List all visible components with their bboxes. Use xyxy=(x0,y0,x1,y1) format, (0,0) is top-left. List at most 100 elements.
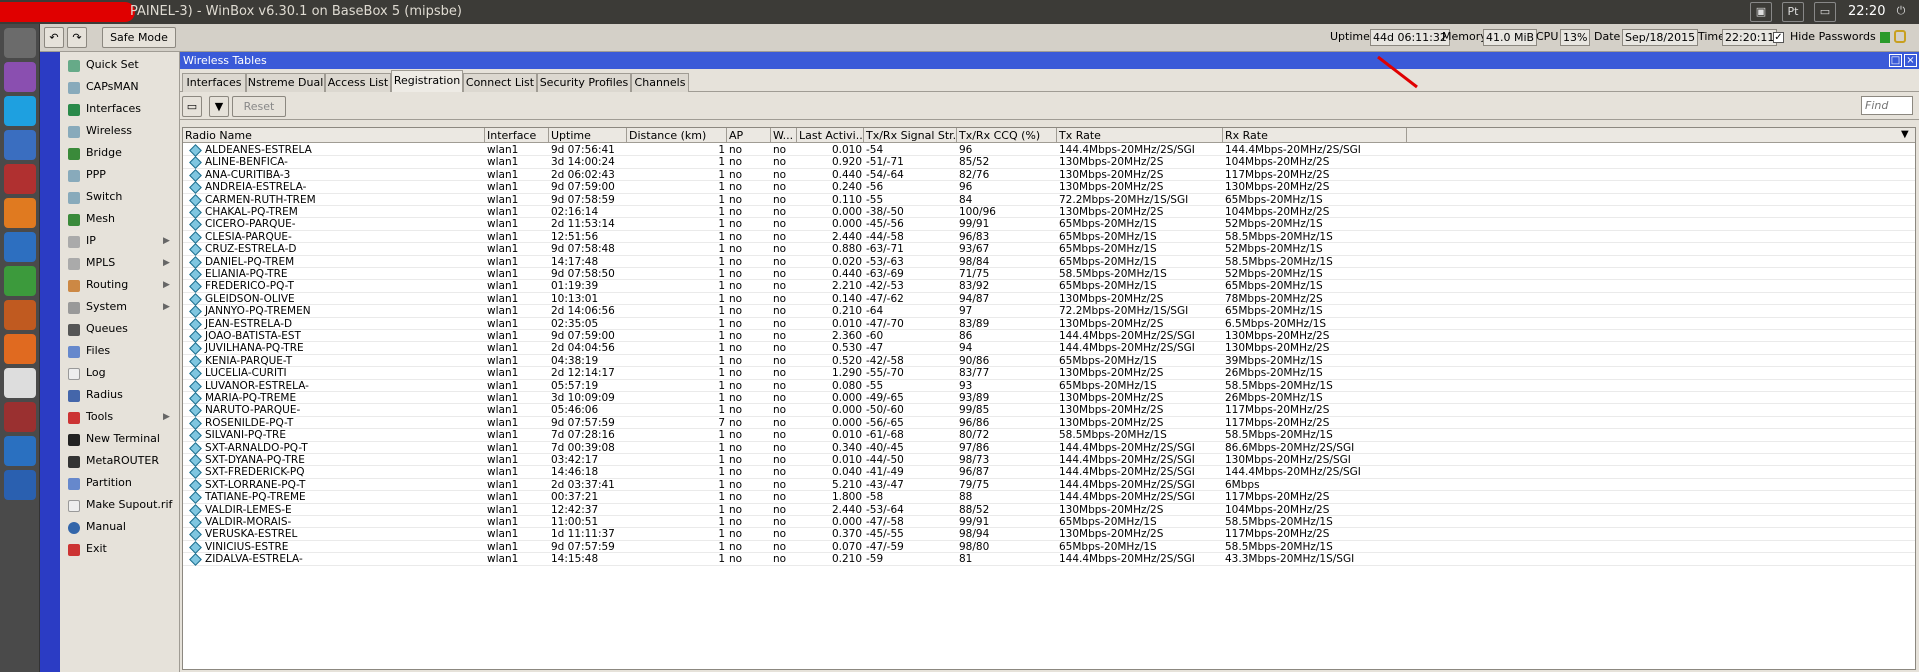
menu-item-ip[interactable]: IP ▶ xyxy=(60,230,180,252)
menu-item-routing[interactable]: Routing ▶ xyxy=(60,274,180,296)
tab-connect-list[interactable]: Connect List xyxy=(463,73,537,92)
tab-access-list[interactable]: Access List xyxy=(325,73,391,92)
filter-icon[interactable]: ▼ xyxy=(209,96,229,117)
safe-mode-button[interactable]: Safe Mode xyxy=(102,27,176,48)
writer-icon[interactable] xyxy=(4,232,36,262)
menu-item-quick-set[interactable]: Quick Set xyxy=(60,54,180,76)
table-row[interactable]: MARIA-PQ-TREME wlan1 3d 10:09:09 1 no no 0.000… xyxy=(183,392,1915,405)
table-row[interactable]: ZIDALVA-ESTRELA-wlan1 14:15:48 1 no no 0.210-… xyxy=(183,553,1915,567)
column-header[interactable]: Tx/Rx CCQ (%) xyxy=(957,128,1057,143)
column-header[interactable]: Last Activi... xyxy=(797,128,864,143)
firefox-icon[interactable] xyxy=(4,198,36,228)
menu-item-mesh[interactable]: Mesh xyxy=(60,208,180,230)
column-header[interactable]: Distance (km) xyxy=(627,128,727,143)
menu-item-new-terminal[interactable]: New Terminal xyxy=(60,428,180,450)
table-row[interactable]: SXT-LORRANE-PQ-T wlan1 2d 03:37:41 1 no no 5.2… xyxy=(183,479,1915,492)
column-header[interactable]: Tx/Rx Signal Str... xyxy=(864,128,957,143)
hide-passwords-checkbox[interactable]: ✓ xyxy=(1773,32,1784,43)
tab-nstreme-dual[interactable]: Nstreme Dual xyxy=(246,73,325,92)
menu-item-interfaces[interactable]: Interfaces xyxy=(60,98,180,120)
table-row[interactable]: LUVANOR-ESTRELA-wlan1 05:57:19 1 no no 0.080-… xyxy=(183,380,1915,393)
table-row[interactable]: VINICIUS-ESTRE wlan1 9d 07:57:59 1 no no 0.070… xyxy=(183,541,1915,554)
dash-icon[interactable] xyxy=(4,28,36,58)
table-row[interactable]: DANIEL-PQ-TREM wlan1 14:17:48 1 no no 0.020 -53… xyxy=(183,256,1915,269)
amazon-icon[interactable] xyxy=(4,368,36,398)
menu-item-make-supout[interactable]: Make Supout.rif xyxy=(60,494,180,516)
redo-button[interactable]: ↷ xyxy=(67,27,87,48)
menu-item-radius[interactable]: Radius xyxy=(60,384,180,406)
table-row[interactable]: VERUSKA-ESTREL wlan1 1d 11:11:37 1 no no 0.370… xyxy=(183,528,1915,542)
column-header[interactable]: W... xyxy=(771,128,797,143)
menu-item-partition[interactable]: Partition xyxy=(60,472,180,494)
web-browser-icon[interactable] xyxy=(4,130,36,160)
table-row[interactable]: ANA-CURITIBA-3 wlan1 2d 06:02:43 1 no no 0.440… xyxy=(183,169,1915,182)
impress-icon[interactable] xyxy=(4,300,36,330)
undo-button[interactable]: ↶ xyxy=(44,27,64,48)
find-input[interactable] xyxy=(1861,96,1913,115)
editor-icon[interactable] xyxy=(4,62,36,92)
menu-item-log[interactable]: Log xyxy=(60,362,180,384)
app-icon-1[interactable] xyxy=(4,436,36,466)
menu-item-metarouter[interactable]: MetaROUTER xyxy=(60,450,180,472)
table-row[interactable]: CARMEN-RUTH-TREM wlan1 9d 07:58:59 1 no no 0.1… xyxy=(183,194,1915,207)
menu-item-system[interactable]: System ▶ xyxy=(60,296,180,318)
table-row[interactable]: ALDEANES-ESTRELA wlan1 9d 07:56:41 1 no no 0.0… xyxy=(183,144,1915,157)
table-row[interactable]: ANDREIA-ESTRELA-wlan1 9d 07:59:00 1 no no 0.2… xyxy=(183,181,1915,195)
column-header[interactable]: Radio Name xyxy=(183,128,485,143)
menu-item-ppp[interactable]: PPP xyxy=(60,164,180,186)
keyboard-layout-indicator[interactable]: Pt xyxy=(1782,2,1804,22)
maximize-icon[interactable]: □ xyxy=(1889,54,1902,67)
calculator-icon[interactable] xyxy=(4,164,36,194)
table-row[interactable]: JUVILHANA-PQ-TRE wlan1 2d 04:04:56 1 no no 0.5… xyxy=(183,342,1915,356)
menu-item-queues[interactable]: Queues xyxy=(60,318,180,340)
remove-button[interactable]: ▭ xyxy=(182,96,202,117)
app-icon-2[interactable] xyxy=(4,470,36,500)
table-row[interactable]: CRUZ-ESTRELA-D wlan1 9d 07:58:48 1 no no 0.880… xyxy=(183,243,1915,257)
table-row[interactable]: CICERO-PARQUE-wlan1 2d 11:53:14 1 no no 0.000… xyxy=(183,218,1915,232)
table-row[interactable]: VALDIR-LEMES-E wlan1 12:42:37 1 no no 2.440 -53… xyxy=(183,504,1915,517)
table-row[interactable]: SILVANI-PQ-TRE wlan1 7d 07:28:16 1 no no 0.010… xyxy=(183,429,1915,443)
column-header[interactable]: AP xyxy=(727,128,771,143)
column-header[interactable]: Interface xyxy=(485,128,549,143)
system-clock[interactable]: 22:20 xyxy=(1848,4,1885,19)
tab-registration[interactable]: Registration xyxy=(391,70,463,92)
column-header[interactable]: Uptime xyxy=(549,128,627,143)
tab-channels[interactable]: Channels xyxy=(631,73,689,92)
column-menu-icon[interactable]: ▼ xyxy=(1901,129,1909,140)
table-row[interactable]: VALDIR-MORAIS-wlan1 11:00:51 1 no no 0.000 -47… xyxy=(183,516,1915,529)
table-row[interactable]: JEAN-ESTRELA-D wlan1 02:35:05 1 no no 0.010 -47… xyxy=(183,318,1915,331)
menu-item-manual[interactable]: Manual xyxy=(60,516,180,538)
table-row[interactable]: ELIANIA-PQ-TRE wlan1 9d 07:58:50 1 no no 0.440… xyxy=(183,268,1915,281)
column-header[interactable]: Tx Rate xyxy=(1057,128,1223,143)
table-row[interactable]: CLESIA-PARQUE-wlan1 12:51:56 1 no no 2.440 -44… xyxy=(183,231,1915,244)
tab-security-profiles[interactable]: Security Profiles xyxy=(537,73,631,92)
table-row[interactable]: ALINE-BENFICA-wlan1 3d 14:00:24 1 no no 0.920… xyxy=(183,156,1915,170)
table-row[interactable]: JOAO-BATISTA-EST wlan1 9d 07:59:00 1 no no 2.3… xyxy=(183,330,1915,343)
menu-item-switch[interactable]: Switch xyxy=(60,186,180,208)
calc-icon[interactable] xyxy=(4,266,36,296)
skype-icon[interactable] xyxy=(4,96,36,126)
menu-item-wireless[interactable]: Wireless xyxy=(60,120,180,142)
table-row[interactable]: SXT-FREDERICK-PQ wlan1 14:46:18 1 no no 0.040-… xyxy=(183,466,1915,480)
close-icon[interactable]: × xyxy=(1904,54,1917,67)
table-row[interactable]: FREDERICO-PQ-T wlan1 01:19:39 1 no no 2.210 -42… xyxy=(183,280,1915,294)
table-row[interactable]: ROSENILDE-PQ-T wlan1 9d 07:57:59 7 no no 0.000… xyxy=(183,417,1915,430)
table-row[interactable]: JANNYO-PQ-TREMEN wlan1 2d 14:06:56 1 no no 0.2… xyxy=(183,305,1915,319)
settings-icon[interactable] xyxy=(4,402,36,432)
column-header[interactable]: Rx Rate xyxy=(1223,128,1407,143)
menu-item-exit[interactable]: Exit xyxy=(60,538,180,560)
menu-item-files[interactable]: Files xyxy=(60,340,180,362)
table-row[interactable]: GLEIDSON-OLIVE wlan1 10:13:01 1 no no 0.140 -47… xyxy=(183,293,1915,306)
table-row[interactable]: KENIA-PARQUE-T wlan1 04:38:19 1 no no 0.520 -42… xyxy=(183,355,1915,368)
table-row[interactable]: LUCELIA-CURITI wlan1 2d 12:14:17 1 no no 1.290… xyxy=(183,367,1915,381)
menu-item-bridge[interactable]: Bridge xyxy=(60,142,180,164)
menu-item-capsman[interactable]: CAPsMAN xyxy=(60,76,180,98)
table-row[interactable]: SXT-ARNALDO-PQ-T wlan1 7d 00:39:08 1 no no 0.3… xyxy=(183,442,1915,455)
reset-button[interactable]: Reset xyxy=(232,96,286,117)
table-row[interactable]: CHAKAL-PQ-TREM wlan1 02:16:14 1 no no 0.000 -38… xyxy=(183,206,1915,219)
menu-item-tools[interactable]: Tools ▶ xyxy=(60,406,180,428)
table-row[interactable]: SXT-DYANA-PQ-TRE wlan1 03:42:17 1 no no 0.010-… xyxy=(183,454,1915,467)
power-icon[interactable]: ⏻ xyxy=(1890,2,1912,22)
menu-item-mpls[interactable]: MPLS ▶ xyxy=(60,252,180,274)
network-icon[interactable]: ▣ xyxy=(1750,2,1772,22)
